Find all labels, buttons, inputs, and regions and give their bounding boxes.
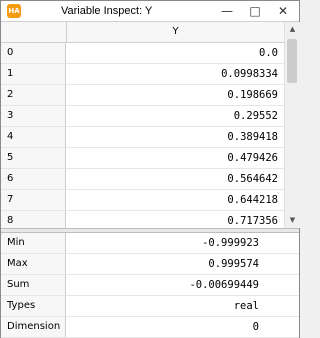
row-index: 2	[1, 85, 66, 105]
row-value[interactable]: 0.0	[67, 43, 284, 63]
stat-label: Sum	[1, 275, 66, 295]
minimize-button[interactable]: —	[213, 1, 241, 21]
app-logo-icon: HA	[7, 4, 21, 18]
row-value[interactable]: 0.198669	[67, 85, 284, 105]
statistics-panel: Min -0.999923 Max 0.999574 Sum -0.00699449 Typ…	[1, 233, 299, 338]
stat-value: real	[233, 300, 259, 312]
row-value[interactable]: 0.29552	[67, 106, 284, 126]
table-row[interactable]: 1 0.0998334	[1, 64, 284, 85]
column-header-y[interactable]: Y	[67, 22, 284, 42]
values-grid[interactable]: Y 0 0.0 1 0.0998334 2 0.198669 3 0.29552 4 0.3894…	[1, 22, 299, 228]
scroll-thumb[interactable]	[287, 39, 297, 83]
table-rows: 0 0.0 1 0.0998334 2 0.198669 3 0.29552 4 0.389418…	[1, 43, 284, 228]
row-index: 5	[1, 148, 66, 168]
stat-row: Min -0.999923	[1, 233, 299, 254]
scroll-down-arrow-icon[interactable]: ▼	[285, 213, 300, 228]
table-row[interactable]: 0 0.0	[1, 43, 284, 64]
column-header-row: Y	[1, 22, 284, 43]
stat-value: -0.999923	[202, 237, 259, 249]
stat-row: Dimension 0	[1, 317, 299, 338]
close-button[interactable]: ✕	[269, 1, 297, 21]
stat-value: 0.999574	[208, 258, 259, 270]
row-index: 8	[1, 211, 66, 228]
stat-row: Types real	[1, 296, 299, 317]
stat-label: Types	[1, 296, 66, 316]
row-value[interactable]: 0.389418	[67, 127, 284, 147]
table-row[interactable]: 3 0.29552	[1, 106, 284, 127]
maximize-button[interactable]: □	[241, 1, 269, 21]
row-value[interactable]: 0.644218	[67, 190, 284, 210]
row-value[interactable]: 0.717356	[67, 211, 284, 228]
stat-label: Dimension	[1, 317, 66, 337]
table-row[interactable]: 4 0.389418	[1, 127, 284, 148]
stat-label: Max	[1, 254, 66, 274]
row-index: 7	[1, 190, 66, 210]
row-value[interactable]: 0.479426	[67, 148, 284, 168]
row-index: 4	[1, 127, 66, 147]
title-bar[interactable]: HA Variable Inspect: Y — □ ✕	[1, 1, 299, 22]
row-value[interactable]: 0.564642	[67, 169, 284, 189]
table-row[interactable]: 6 0.564642	[1, 169, 284, 190]
stat-value: -0.00699449	[189, 279, 259, 291]
window-title: Variable Inspect: Y	[61, 5, 153, 17]
row-index: 3	[1, 106, 66, 126]
corner-cell	[1, 22, 67, 42]
scroll-up-arrow-icon[interactable]: ▲	[285, 22, 300, 37]
stat-label: Min	[1, 233, 66, 253]
stat-row: Max 0.999574	[1, 254, 299, 275]
stat-value: 0	[252, 321, 259, 333]
stat-row: Sum -0.00699449	[1, 275, 299, 296]
table-row[interactable]: 7 0.644218	[1, 190, 284, 211]
table-row[interactable]: 2 0.198669	[1, 85, 284, 106]
row-index: 0	[1, 43, 66, 63]
row-index: 1	[1, 64, 66, 84]
variable-inspect-window: HA Variable Inspect: Y — □ ✕ Y 0 0.0 1 0.09…	[0, 0, 300, 338]
row-value[interactable]: 0.0998334	[67, 64, 284, 84]
table-row[interactable]: 8 0.717356	[1, 211, 284, 228]
vertical-scrollbar[interactable]: ▲ ▼	[284, 22, 300, 228]
table-row[interactable]: 5 0.479426	[1, 148, 284, 169]
row-index: 6	[1, 169, 66, 189]
